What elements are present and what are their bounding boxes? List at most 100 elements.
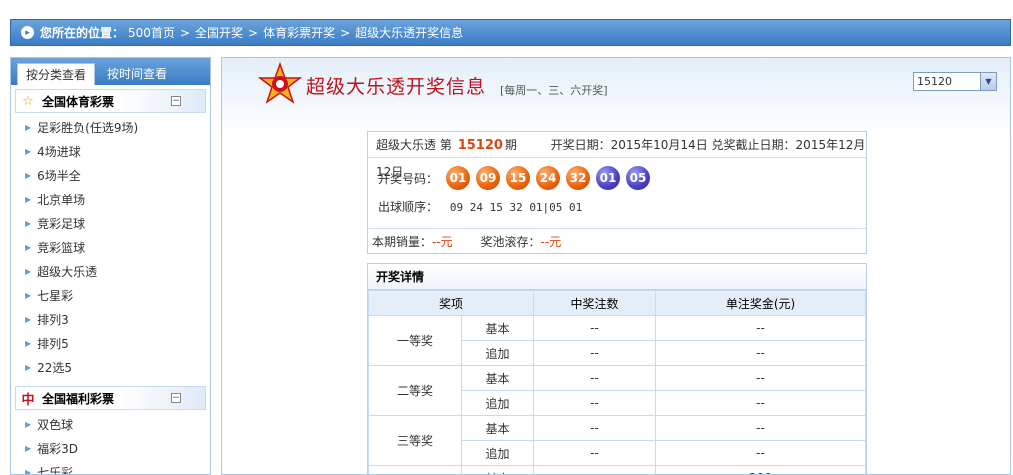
- red-ball: 09: [476, 166, 501, 190]
- red-ball: 15: [506, 166, 531, 190]
- prize-amount: --: [655, 390, 866, 416]
- main-panel: 超级大乐透开奖信息 [每周一、三、六开奖] 15120 ▼ 超级大乐透 第 15…: [221, 57, 1011, 475]
- sidebar-item[interactable]: ▶ 超级大乐透: [25, 260, 210, 284]
- group-title: 全国福利彩票: [42, 391, 115, 406]
- tab-by-category[interactable]: 按分类查看: [17, 63, 96, 85]
- table-row: 一等奖 基本 -- --: [368, 315, 866, 366]
- prize-amount: --: [655, 315, 866, 341]
- draw-schedule: [每周一、三、六开奖]: [500, 84, 608, 97]
- blue-ball: 01: [596, 166, 621, 190]
- collapse-icon[interactable]: −: [171, 393, 181, 403]
- sales-label: 本期销量：: [372, 235, 433, 249]
- arrow-right-icon: ▶: [25, 363, 32, 372]
- winner-count: --: [533, 440, 656, 466]
- table-row: 三等奖 基本 -- --: [368, 415, 866, 466]
- prize-type: 追加: [461, 440, 534, 466]
- winning-numbers: 开奖号码： 01 09 15 24 32 01 05: [368, 162, 866, 194]
- sidebar-item[interactable]: ▶ 排列3: [25, 308, 210, 332]
- sidebar-item[interactable]: ▶ 4场进球: [25, 140, 210, 164]
- arrow-right-icon: ▶: [25, 267, 32, 276]
- prize-type: 基本: [461, 315, 534, 341]
- prize-amount: --: [655, 365, 866, 391]
- breadcrumb-separator: >: [248, 25, 259, 40]
- arrow-right-icon: ▶: [25, 195, 32, 204]
- breadcrumb-separator: >: [340, 25, 351, 40]
- breadcrumb-sports-lottery[interactable]: 体育彩票开奖: [263, 24, 335, 41]
- arrow-right-icon: ▶: [25, 291, 32, 300]
- prize-detail: 开奖详情 奖项 中奖注数 单注奖金(元) 一等奖 基本 -- -- 追加 -- …: [367, 263, 867, 474]
- sidebar-item[interactable]: ▶ 排列5: [25, 332, 210, 356]
- breadcrumb-separator: >: [179, 25, 190, 40]
- group-sports-lottery[interactable]: ☆ 全国体育彩票 −: [15, 89, 206, 113]
- issue-select-value: 15120: [917, 75, 952, 88]
- sidebar-item[interactable]: ▶ 双色球: [25, 413, 210, 437]
- breadcrumb-prefix: 您所在的位置：: [40, 26, 125, 40]
- arrow-right-icon: ▶: [25, 315, 32, 324]
- winner-count: --: [533, 315, 656, 341]
- sidebar-item[interactable]: ▶ 22选5: [25, 356, 210, 380]
- arrow-right-icon: ▶: [25, 243, 32, 252]
- draw-order: 出球顺序： 09 24 15 32 01|05 01: [368, 194, 866, 220]
- sidebar-item[interactable]: ▶ 七乐彩: [25, 461, 210, 474]
- order-label: 出球顺序：: [378, 200, 439, 214]
- arrow-right-icon: ▶: [25, 420, 32, 429]
- breadcrumb: ▸ 您所在的位置： 500首页 > 全国开奖 > 体育彩票开奖 > 超级大乐透开…: [10, 19, 1011, 46]
- sidebar-item[interactable]: ▶ 足彩胜负(任选9场): [25, 116, 210, 140]
- prize-type: 追加: [461, 340, 534, 366]
- prize-type: 基本: [461, 365, 534, 391]
- breadcrumb-national-draws[interactable]: 全国开奖: [195, 24, 243, 41]
- prize-type: 基本: [461, 465, 534, 474]
- prize-detail-title: 开奖详情: [368, 264, 866, 290]
- red-ball: 24: [536, 166, 561, 190]
- breadcrumb-current: 超级大乐透开奖信息: [355, 26, 464, 40]
- blue-ball: 05: [626, 166, 651, 190]
- arrow-right-icon: ▶: [25, 219, 32, 228]
- pool-label: 奖池滚存：: [480, 235, 541, 249]
- prize-amount: --: [655, 440, 866, 466]
- tab-by-time[interactable]: 按时间查看: [99, 63, 175, 85]
- sidebar-item[interactable]: ▶ 6场半全: [25, 164, 210, 188]
- header-winner-count: 中奖注数: [533, 290, 656, 316]
- sidebar-item[interactable]: ▶ 北京单场: [25, 188, 210, 212]
- dlt-logo-icon: [258, 62, 302, 104]
- prize-type: 追加: [461, 390, 534, 416]
- header-prize-level: 奖项: [368, 290, 534, 316]
- sports-lottery-list: ▶ 足彩胜负(任选9场) ▶ 4场进球 ▶ 6场半全 ▶ 北京单场 ▶ 竞彩足球 ▶ 竞彩篮…: [11, 113, 210, 380]
- table-header-row: 奖项 中奖注数 单注奖金(元): [368, 290, 866, 316]
- prize-table: 奖项 中奖注数 单注奖金(元) 一等奖 基本 -- -- 追加 -- -- 二等…: [368, 290, 866, 474]
- deadline-label: 兑奖截止日期：: [711, 138, 796, 152]
- sidebar-item[interactable]: ▶ 七星彩: [25, 284, 210, 308]
- breadcrumb-home[interactable]: 500首页: [128, 24, 175, 41]
- red-ball: 01: [446, 166, 471, 190]
- winner-count: --: [533, 365, 656, 391]
- issue-select[interactable]: 15120 ▼: [913, 72, 997, 91]
- table-row: 基本 200: [368, 465, 866, 474]
- sales-info: 本期销量：--元 奖池滚存：--元: [368, 228, 866, 254]
- issue-suffix: 期: [504, 138, 517, 152]
- arrow-right-icon: ▶: [25, 339, 32, 348]
- welfare-lottery-icon: 中: [21, 392, 35, 408]
- lottery-name: 超级大乐透: [376, 138, 437, 152]
- prize-name: 三等奖: [368, 415, 462, 466]
- table-row: 二等奖 基本 -- --: [368, 365, 866, 416]
- prize-name: 一等奖: [368, 315, 462, 366]
- issue-number: 15120: [457, 138, 503, 153]
- prize-amount: 200: [655, 465, 866, 474]
- prize-amount: --: [655, 415, 866, 441]
- sidebar-item[interactable]: ▶ 福彩3D: [25, 437, 210, 461]
- order-value: 09 24 15 32 01|05 01: [449, 201, 583, 214]
- numbers-label: 开奖号码：: [378, 171, 439, 186]
- winner-count: --: [533, 390, 656, 416]
- sidebar-item[interactable]: ▶ 竞彩足球: [25, 212, 210, 236]
- arrow-right-icon: ▶: [25, 171, 32, 180]
- winner-count: --: [533, 415, 656, 441]
- sidebar: 按分类查看 按时间查看 ☆ 全国体育彩票 − ▶ 足彩胜负(任选9场) ▶ 4场进球…: [10, 57, 211, 475]
- chevron-down-icon[interactable]: ▼: [980, 73, 996, 90]
- group-welfare-lottery[interactable]: 中 全国福利彩票 −: [15, 386, 206, 410]
- welfare-lottery-list: ▶ 双色球 ▶ 福彩3D ▶ 七乐彩: [11, 410, 210, 474]
- header-prize-amount: 单注奖金(元): [655, 290, 866, 316]
- collapse-icon[interactable]: −: [171, 96, 181, 106]
- winner-count: --: [533, 340, 656, 366]
- arrow-right-icon: ▶: [25, 123, 32, 132]
- sidebar-item[interactable]: ▶ 竞彩篮球: [25, 236, 210, 260]
